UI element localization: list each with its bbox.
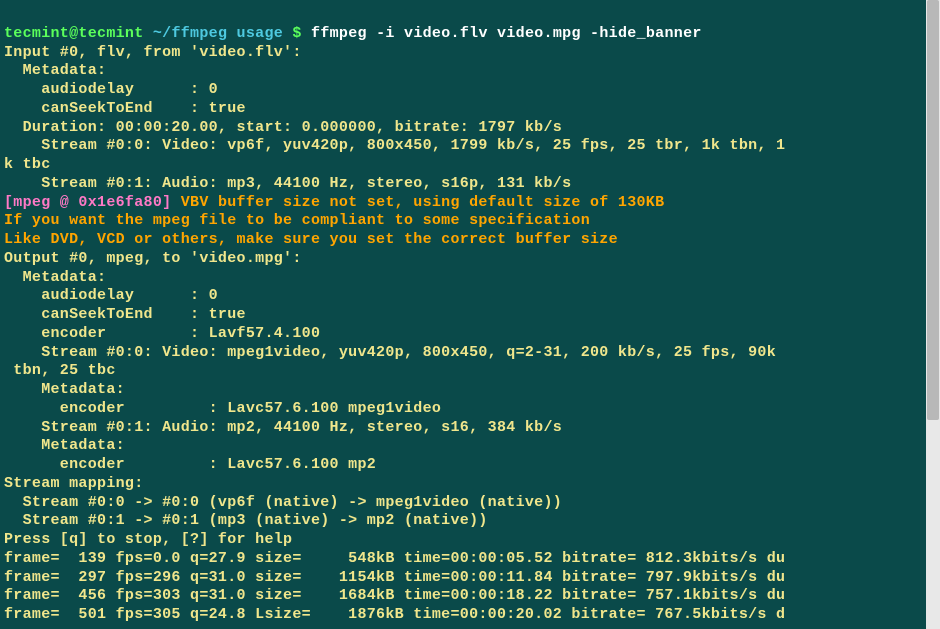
prompt-userhost: tecmint@tecmint (4, 25, 144, 42)
input-audiodelay: audiodelay : 0 (4, 81, 218, 98)
input-canseek: canSeekToEnd : true (4, 100, 246, 117)
output-audio-stream: Stream #0:1: Audio: mp2, 44100 Hz, stere… (4, 419, 562, 436)
metadata-label-2: Metadata: (4, 269, 106, 286)
metadata-label-1: Metadata: (4, 62, 106, 79)
stream-map-1: Stream #0:0 -> #0:0 (vp6f (native) -> mp… (4, 494, 562, 511)
duration-line: Duration: 00:00:20.00, start: 0.000000, … (4, 119, 562, 136)
compliant-line1: If you want the mpeg file to be complian… (4, 212, 590, 229)
frame-progress-0: frame= 139 fps=0.0 q=27.9 size= 548kB ti… (4, 550, 785, 567)
sub-metadata-label-2: Metadata: (4, 437, 125, 454)
sub-metadata-label-1: Metadata: (4, 381, 125, 398)
encoder-audio: encoder : Lavc57.6.100 mp2 (4, 456, 376, 473)
terminal-output: tecmint@tecmint ~/ffmpeg usage $ ffmpeg … (4, 6, 925, 625)
scrollbar-thumb[interactable] (927, 0, 939, 420)
command-text[interactable]: ffmpeg -i video.flv video.mpg -hide_bann… (311, 25, 702, 42)
input-video-stream-cont: k tbc (4, 156, 51, 173)
prompt-path: ~/ffmpeg usage (153, 25, 283, 42)
frame-progress-3: frame= 501 fps=305 q=24.8 Lsize= 1876kB … (4, 606, 785, 623)
compliant-line2: Like DVD, VCD or others, make sure you s… (4, 231, 618, 248)
encoder-video: encoder : Lavc57.6.100 mpeg1video (4, 400, 441, 417)
output-header: Output #0, mpeg, to 'video.mpg': (4, 250, 302, 267)
input-audio-stream: Stream #0:1: Audio: mp3, 44100 Hz, stere… (4, 175, 571, 192)
output-video-stream-cont: tbn, 25 tbc (4, 362, 116, 379)
mpeg-tag: [mpeg @ 0x1e6fa80] (4, 194, 171, 211)
output-canseek: canSeekToEnd : true (4, 306, 246, 323)
frame-progress-2: frame= 456 fps=303 q=31.0 size= 1684kB t… (4, 587, 785, 604)
output-audiodelay: audiodelay : 0 (4, 287, 218, 304)
scrollbar-track[interactable] (926, 0, 940, 629)
press-q-help: Press [q] to stop, [?] for help (4, 531, 292, 548)
frame-progress-1: frame= 297 fps=296 q=31.0 size= 1154kB t… (4, 569, 785, 586)
stream-map-2: Stream #0:1 -> #0:1 (mp3 (native) -> mp2… (4, 512, 488, 529)
input-header: Input #0, flv, from 'video.flv': (4, 44, 302, 61)
input-video-stream: Stream #0:0: Video: vp6f, yuv420p, 800x4… (4, 137, 785, 154)
prompt-symbol: $ (292, 25, 301, 42)
stream-mapping-header: Stream mapping: (4, 475, 144, 492)
output-encoder: encoder : Lavf57.4.100 (4, 325, 320, 342)
output-video-stream: Stream #0:0: Video: mpeg1video, yuv420p,… (4, 344, 776, 361)
vbv-message: VBV buffer size not set, using default s… (171, 194, 664, 211)
